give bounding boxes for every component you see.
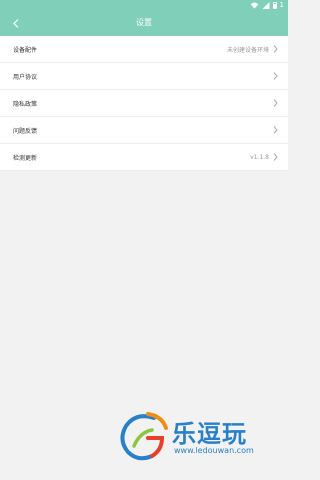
settings-item-label: 设备配件 <box>13 46 38 54</box>
watermark: 乐逗玩 www.ledouwan.com <box>118 408 288 464</box>
signal-icon <box>262 1 270 9</box>
settings-item-privacy-policy[interactable]: 隐私政策 <box>0 90 288 117</box>
app-header: 设置 <box>0 10 288 36</box>
chevron-right-icon <box>273 153 278 161</box>
settings-item-label: 问题反馈 <box>13 127 38 135</box>
chevron-right-icon <box>273 72 278 80</box>
settings-item-value: 未创建设备环境 <box>226 46 269 54</box>
status-bar: 1 <box>0 0 288 10</box>
settings-item-device[interactable]: 设备配件 未创建设备环境 <box>0 36 288 63</box>
settings-item-user-agreement[interactable]: 用户协议 <box>0 63 288 90</box>
page-title: 设置 <box>136 18 152 27</box>
watermark-url: www.ledouwan.com <box>174 446 254 455</box>
watermark-brand: 乐逗玩 <box>172 419 247 448</box>
settings-item-check-update[interactable]: 检测更新 v1.1.8 <box>0 144 288 171</box>
settings-item-value: v1.1.8 <box>250 153 269 161</box>
chevron-right-icon <box>273 99 278 107</box>
settings-item-feedback[interactable]: 问题反馈 <box>0 117 288 144</box>
battery-icon <box>272 1 277 9</box>
battery-text: 1 <box>279 1 284 9</box>
chevron-right-icon <box>273 126 278 134</box>
settings-item-label: 用户协议 <box>13 73 38 81</box>
status-icons: 1 <box>250 0 284 10</box>
settings-item-label: 隐私政策 <box>13 100 38 108</box>
settings-item-label: 检测更新 <box>13 154 38 162</box>
wifi-icon <box>250 1 258 9</box>
settings-list: 设备配件 未创建设备环境 用户协议 隐私政策 问题反馈 检测更新 v1.1.8 <box>0 36 288 171</box>
ledouwan-logo <box>120 412 168 461</box>
chevron-right-icon <box>273 45 278 53</box>
